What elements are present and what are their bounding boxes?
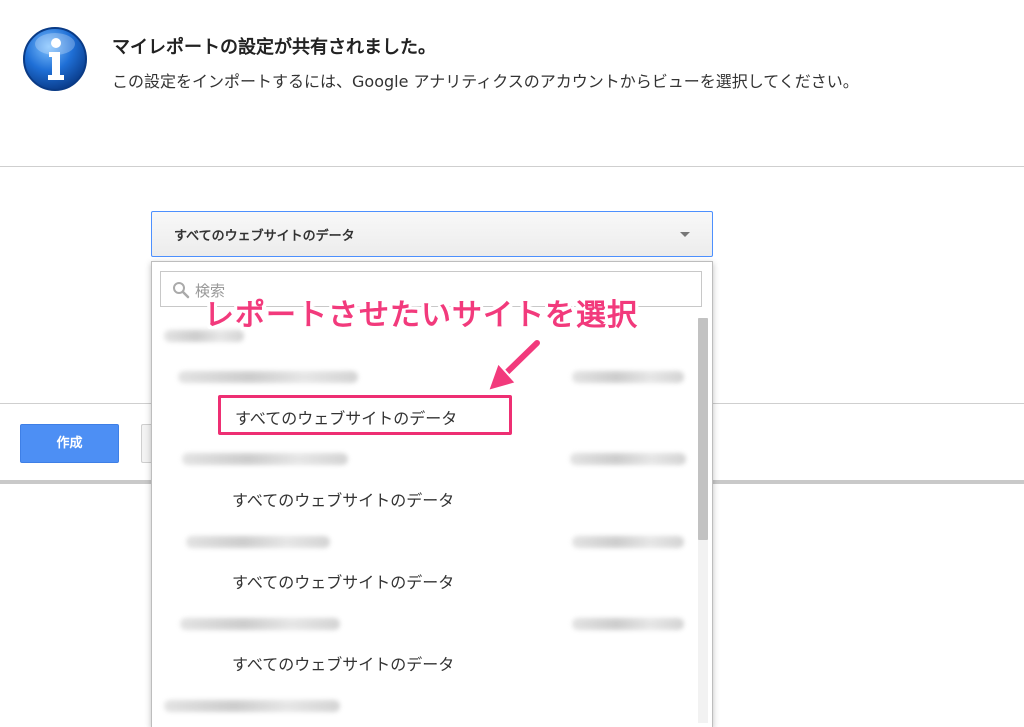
info-icon bbox=[23, 27, 87, 91]
list-item-view[interactable]: すべてのウェブサイトのデータ bbox=[232, 651, 454, 675]
annotation-callout: レポートさせたいサイトを選択 bbox=[204, 298, 638, 333]
scrollbar-thumb[interactable] bbox=[698, 318, 708, 540]
info-message: この設定をインポートするには、Google アナリティクスのアカウントからビュー… bbox=[112, 72, 859, 91]
search-icon bbox=[173, 282, 190, 299]
view-select-value: すべてのウェブサイトのデータ bbox=[174, 229, 355, 244]
view-label: すべてのウェブサイトのデータ bbox=[235, 409, 458, 428]
list-item-view[interactable]: すべてのウェブサイトのデータ bbox=[232, 487, 454, 511]
list-item-view[interactable]: すべてのウェブサイトのデータ bbox=[232, 569, 454, 593]
divider bbox=[0, 166, 1024, 167]
annotation-arrow-icon bbox=[486, 338, 542, 393]
info-title: マイレポートの設定が共有されました。 bbox=[112, 37, 436, 58]
chevron-down-icon bbox=[680, 232, 690, 237]
list-item-view-highlighted[interactable]: すべてのウェブサイトのデータ bbox=[218, 395, 512, 435]
create-button[interactable]: 作成 bbox=[20, 424, 119, 463]
view-select[interactable]: すべてのウェブサイトのデータ bbox=[151, 211, 713, 257]
